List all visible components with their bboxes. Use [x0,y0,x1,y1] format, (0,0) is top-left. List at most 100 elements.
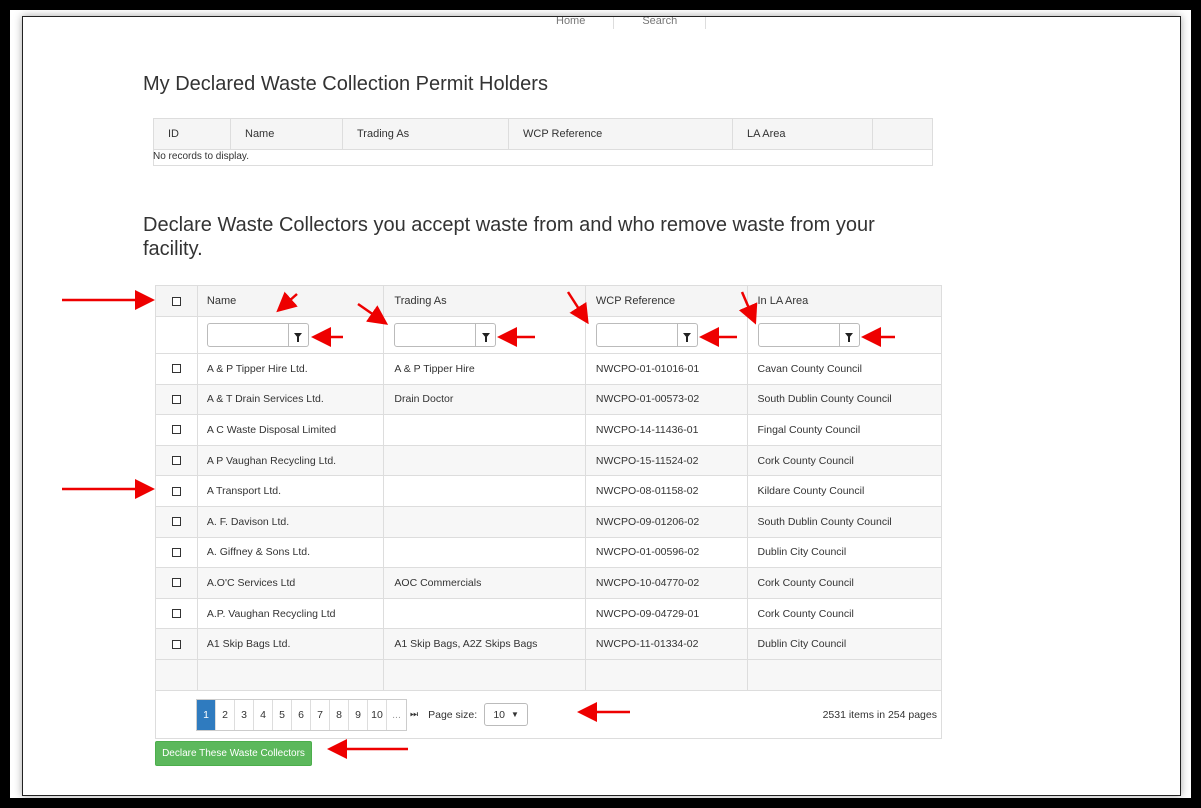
table-row[interactable]: A P Vaughan Recycling Ltd. NWCPO-15-11524… [156,445,941,477]
cell-wcp-reference: NWCPO-01-00596-02 [586,537,748,568]
table-row[interactable]: A1 Skip Bags Ltd. A1 Skip Bags, A2Z Skips… [156,629,941,660]
empty-row [156,659,941,691]
page-link[interactable]: 9 [349,699,368,730]
page-link[interactable]: 2 [216,699,235,730]
la-area-filter-button[interactable] [839,323,860,347]
row-checkbox[interactable] [171,456,181,466]
cell-la-area: Dublin City Council [757,546,847,559]
row-checkbox[interactable] [171,547,181,557]
waste-collectors-grid: Name Trading As WCP Reference In LA Area… [155,285,942,739]
la-area-filter-input[interactable] [757,323,840,347]
declare-collectors-title: Declare Waste Collectors you accept wast… [143,214,875,260]
pager-info: 2531 items in 254 pages [822,708,937,721]
cell-name: A & T Drain Services Ltd. [198,384,385,415]
cell-trading-as [384,476,586,506]
cell-la-area: South Dublin County Council [757,393,892,406]
row-checkbox[interactable] [171,425,181,435]
row-checkbox[interactable] [171,517,181,527]
page-link[interactable]: 10 [368,699,387,730]
col-name[interactable]: Name [231,119,343,149]
cell-wcp-reference: NWCPO-09-04729-01 [586,598,748,629]
cell-trading-as [384,506,586,537]
page-link[interactable]: 7 [311,699,330,730]
declared-holders-header: ID Name Trading As WCP Reference LA Area [154,119,932,150]
page-link[interactable]: 3 [235,699,254,730]
declare-collectors-button[interactable]: Declare These Waste Collectors [155,741,312,766]
wcp-filter-input[interactable] [595,323,678,347]
col-la-area-header[interactable]: In LA Area [748,286,942,316]
nav-search[interactable]: Search [614,17,707,29]
cell-name: A P Vaughan Recycling Ltd. [198,445,385,476]
dropdown-caret-icon: ▼ [511,710,519,719]
table-row[interactable]: A Transport Ltd. NWCPO-08-01158-02 Kildare… [156,476,941,507]
table-row[interactable]: A & T Drain Services Ltd. Drain Doctor NWC… [156,384,941,416]
cell-wcp-reference: NWCPO-01-00573-02 [586,384,748,415]
name-filter-input[interactable] [206,323,289,347]
pager-more[interactable]: ... [387,700,406,730]
col-trading-as-header[interactable]: Trading As [384,286,586,316]
cell-wcp-reference: NWCPO-10-04770-02 [586,568,748,598]
table-row[interactable]: A & P Tipper Hire Ltd. A & P Tipper Hire N… [156,354,941,385]
filter-icon [481,332,490,342]
table-row[interactable]: A C Waste Disposal Limited NWCPO-14-11436… [156,415,941,446]
table-row[interactable]: A. F. Davison Ltd. NWCPO-09-01206-02 South… [156,506,941,538]
row-checkbox[interactable] [171,394,181,404]
col-trading-as[interactable]: Trading As [343,119,509,149]
col-id[interactable]: ID [154,119,231,149]
cell-wcp-reference: NWCPO-15-11524-02 [586,445,748,476]
table-row[interactable]: A.O'C Services Ltd AOC Commercials NWCPO-1… [156,568,941,599]
page-numbers: 1 2 3 4 5 6 7 8 9 10... [196,698,407,731]
cell-name: A.P. Vaughan Recycling Ltd [198,598,385,629]
col-name-header[interactable]: Name [198,286,385,316]
cell-la-area: Cavan County Council [757,362,862,375]
cell-name: A. Giffney & Sons Ltd. [198,537,385,568]
page-link[interactable]: 1 [197,699,216,730]
row-checkbox[interactable] [171,486,181,496]
table-row[interactable]: A.P. Vaughan Recycling Ltd NWCPO-09-04729… [156,598,941,630]
col-wcp-reference-header[interactable]: WCP Reference [586,286,748,316]
cell-la-area: Cork County Council [757,454,854,467]
page-link[interactable]: 5 [273,699,292,730]
page-size-value: 10 [493,708,506,721]
cell-trading-as: A1 Skip Bags, A2Z Skips Bags [384,629,586,659]
row-checkbox[interactable] [171,639,181,649]
trading-as-filter-button[interactable] [476,323,497,347]
row-checkbox[interactable] [171,609,181,619]
grid-header: Name Trading As WCP Reference In LA Area [156,286,941,317]
wcp-filter-button[interactable] [677,323,698,347]
cell-trading-as [384,445,586,476]
filter-icon [845,332,853,342]
cell-name: A. F. Davison Ltd. [198,506,385,537]
select-all-checkbox[interactable] [171,296,181,306]
table-row[interactable]: A. Giffney & Sons Ltd. NWCPO-01-00596-02 D… [156,537,941,569]
cell-trading-as [384,598,586,629]
filter-row [156,317,941,354]
cell-name: A C Waste Disposal Limited [198,415,385,445]
filter-icon [683,332,692,342]
page-link[interactable]: 6 [292,699,311,730]
cell-trading-as [384,415,586,445]
no-records-message: No records to display. [153,151,249,162]
col-la-area[interactable]: LA Area [733,119,873,149]
trading-as-filter-input[interactable] [394,323,477,347]
col-wcp-reference[interactable]: WCP Reference [509,119,733,149]
declared-holders-grid: ID Name Trading As WCP Reference LA Area… [153,118,933,166]
name-filter-button[interactable] [288,323,309,347]
cell-wcp-reference: NWCPO-08-01158-02 [586,476,748,506]
cell-wcp-reference: NWCPO-11-01334-02 [586,629,748,659]
page-link[interactable]: 4 [254,699,273,730]
page-size-label: Page size: [428,708,478,721]
row-checkbox[interactable] [171,364,181,374]
cell-name: A.O'C Services Ltd [198,568,385,598]
declared-holders-title: My Declared Waste Collection Permit Hold… [143,73,548,95]
cell-name: A & P Tipper Hire Ltd. [198,354,385,384]
cell-wcp-reference: NWCPO-09-01206-02 [586,506,748,537]
page-size-select[interactable]: 10 ▼ [484,703,529,726]
cell-trading-as: Drain Doctor [384,384,586,415]
row-checkbox[interactable] [171,578,181,588]
page-link[interactable]: 8 [330,699,349,730]
cell-la-area: South Dublin County Council [757,515,892,528]
last-page-icon[interactable]: ⏭ [410,709,418,720]
page-viewport: Home Search My Declared Waste Collection … [22,16,1181,796]
nav-home[interactable]: Home [528,17,615,29]
